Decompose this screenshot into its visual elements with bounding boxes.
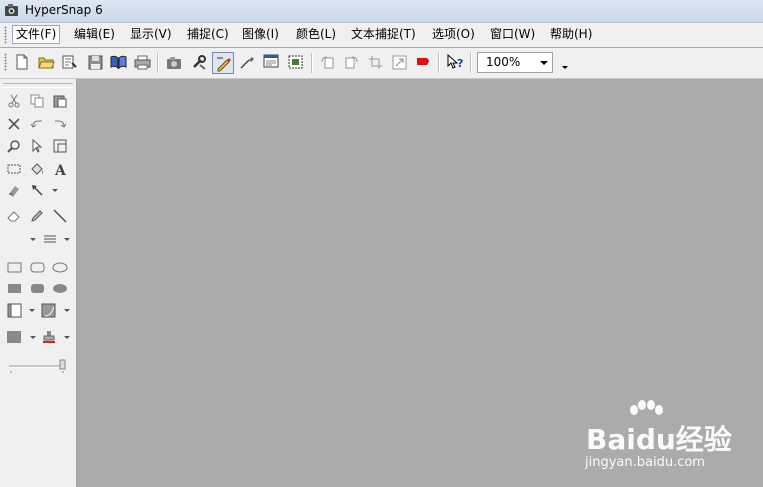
select-area-icon[interactable] [52, 138, 68, 154]
screenshot-icon[interactable] [262, 53, 280, 71]
camera-icon[interactable] [165, 53, 183, 71]
stamp-icon[interactable] [413, 53, 431, 71]
hypersnap-app-icon [5, 4, 18, 16]
svg-text:A: A [54, 163, 67, 176]
toolbar-separator [470, 53, 472, 73]
toolbar-separator [311, 53, 313, 73]
crop-icon[interactable] [366, 53, 384, 71]
pencil-icon[interactable] [29, 208, 45, 224]
watermark-brand: Baidu经验 [586, 423, 732, 456]
menu-help[interactable]: 帮助(H) [547, 26, 595, 43]
shadow-style-icon[interactable] [40, 302, 56, 318]
eyedropper-icon[interactable] [238, 53, 256, 71]
zoom-value: 100% [486, 55, 521, 69]
svg-text:?: ? [457, 57, 463, 70]
menu-window[interactable]: 窗口(W) [487, 26, 538, 43]
menu-bar: 文件(F) 编辑(E) 显示(V) 捕捉(C) 图像(I) 颜色(L) 文本捕捉… [0, 23, 763, 47]
text-tool-icon[interactable]: A [52, 161, 68, 177]
chevron-down-icon[interactable] [540, 61, 548, 65]
menu-grip[interactable] [4, 26, 7, 44]
menu-file[interactable]: 文件(F) [12, 25, 61, 44]
color-swatch-icon[interactable] [6, 329, 22, 345]
toolbar-separator [438, 53, 440, 73]
menu-capture[interactable]: 捕捉(C) [184, 26, 232, 43]
pointer-icon[interactable] [29, 138, 45, 154]
toolbar-overflow-icon[interactable] [562, 66, 568, 69]
chevron-down-icon[interactable] [30, 336, 36, 339]
opacity-slider[interactable] [8, 359, 66, 373]
chevron-down-icon[interactable] [64, 238, 70, 241]
line-width-icon[interactable] [42, 231, 58, 247]
scan-icon[interactable] [60, 53, 78, 71]
menu-edit[interactable]: 编辑(E) [71, 26, 118, 43]
book-icon[interactable] [109, 53, 127, 71]
tools-icon[interactable] [190, 53, 208, 71]
tools-panel: A [0, 79, 77, 487]
chevron-down-icon[interactable] [30, 238, 36, 241]
rounded-rect-icon[interactable] [29, 259, 45, 275]
chevron-down-icon[interactable] [64, 309, 70, 312]
fill-icon[interactable] [29, 161, 45, 177]
filled-rectangle-icon[interactable] [6, 280, 22, 296]
filled-ellipse-icon[interactable] [52, 280, 68, 296]
new-icon[interactable] [13, 53, 31, 71]
cut-icon[interactable] [6, 93, 22, 109]
chevron-down-icon[interactable] [29, 309, 35, 312]
copy-icon[interactable] [29, 93, 45, 109]
frame-style-icon[interactable] [6, 302, 22, 318]
rotate-left-icon[interactable] [318, 53, 336, 71]
filled-rounded-rect-icon[interactable] [29, 280, 45, 296]
watermark-url: jingyan.baidu.com [585, 455, 705, 470]
menu-color[interactable]: 颜色(L) [293, 26, 339, 43]
rotate-right-icon[interactable] [342, 53, 360, 71]
toolbar-grip[interactable] [4, 53, 7, 71]
region-icon[interactable] [286, 53, 304, 71]
panel-grip[interactable] [3, 83, 73, 88]
help-icon[interactable]: ? [446, 53, 464, 71]
baidu-watermark: Baidu经验 jingyan.baidu.com [580, 400, 760, 480]
toolbar-separator [157, 53, 159, 73]
open-icon[interactable] [37, 53, 55, 71]
ellipse-icon[interactable] [52, 259, 68, 275]
line-tool-icon[interactable] [52, 208, 68, 224]
zoom-tool-icon[interactable] [6, 138, 22, 154]
chevron-down-icon[interactable] [52, 189, 58, 192]
menu-view[interactable]: 显示(V) [127, 26, 175, 43]
window-title: HyperSnap 6 [25, 3, 103, 17]
arrow-tool-icon[interactable] [29, 182, 45, 198]
highlight-icon[interactable] [6, 182, 22, 198]
paste-icon[interactable] [52, 93, 68, 109]
save-icon[interactable] [86, 53, 104, 71]
main-toolbar: ? [0, 48, 763, 79]
menu-text-capture[interactable]: 文本捕捉(T) [348, 26, 419, 43]
undo-icon[interactable] [29, 116, 45, 132]
delete-icon[interactable] [6, 116, 22, 132]
zoom-select[interactable]: 100% [477, 52, 553, 73]
capture-icon[interactable] [212, 52, 234, 74]
menu-options[interactable]: 选项(O) [429, 26, 478, 43]
redo-icon[interactable] [52, 116, 68, 132]
print-icon[interactable] [133, 53, 151, 71]
menu-image[interactable]: 图像(I) [239, 26, 282, 43]
chevron-down-icon[interactable] [64, 336, 70, 339]
rectangle-icon[interactable] [6, 259, 22, 275]
title-bar: HyperSnap 6 [0, 0, 763, 23]
marquee-icon[interactable] [6, 161, 22, 177]
eraser-icon[interactable] [6, 208, 22, 224]
resize-icon[interactable] [390, 53, 408, 71]
stamp-tool-icon[interactable] [41, 329, 57, 345]
